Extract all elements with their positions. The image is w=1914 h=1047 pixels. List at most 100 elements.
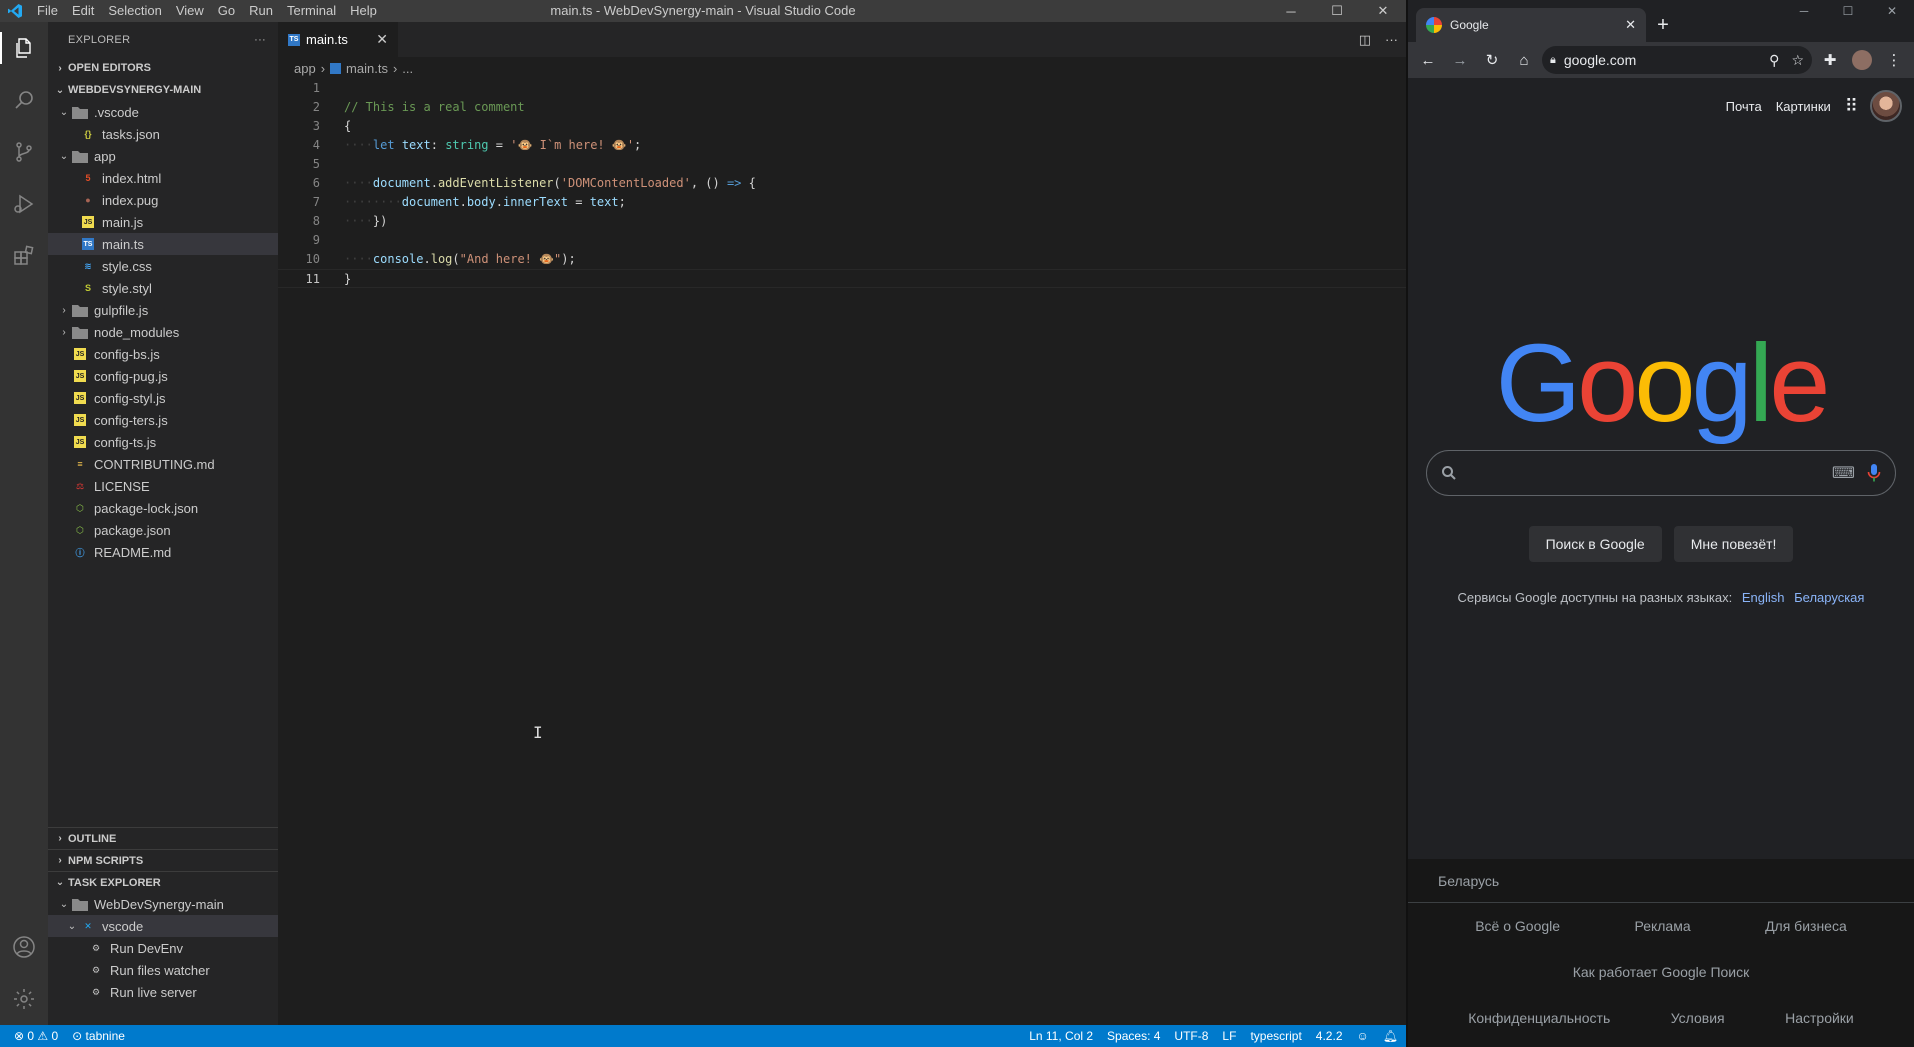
project-section[interactable]: ⌄ WEBDEVSYNERGY-MAIN: [48, 79, 278, 101]
account-icon[interactable]: [0, 921, 48, 973]
tab-main-ts[interactable]: TS main.ts ✕: [278, 22, 398, 57]
feeling-lucky-button[interactable]: Мне повезёт!: [1673, 526, 1794, 562]
menu-view[interactable]: View: [169, 0, 211, 22]
tree-item[interactable]: 5 index.html: [48, 167, 278, 189]
footer-link-privacy[interactable]: Конфиденциальность: [1468, 1010, 1610, 1026]
language-link-english[interactable]: English: [1742, 590, 1785, 605]
footer-link-about[interactable]: Всё о Google: [1475, 918, 1560, 934]
apps-grid-icon[interactable]: ⠿: [1845, 96, 1858, 117]
code-editor[interactable]: 1 2// This is a real comment 3{4 ····let te…: [278, 79, 1406, 288]
split-editor-icon[interactable]: ◫: [1359, 32, 1371, 48]
outline-section[interactable]: › OUTLINE: [48, 827, 278, 849]
new-tab-plus-icon[interactable]: +: [1646, 8, 1680, 42]
tree-item[interactable]: ⌄ .vscode: [48, 101, 278, 123]
forward-arrow-icon[interactable]: →: [1446, 46, 1474, 74]
indentation-status[interactable]: Spaces: 4: [1107, 1029, 1160, 1043]
footer-link-advertising[interactable]: Реклама: [1634, 918, 1690, 934]
tree-item[interactable]: Sstyle.styl: [48, 277, 278, 299]
footer-link-settings[interactable]: Настройки: [1785, 1010, 1854, 1026]
breadcrumb-file[interactable]: main.ts: [346, 61, 388, 76]
breadcrumb-app[interactable]: app: [294, 61, 316, 76]
tree-item[interactable]: JS config-ters.js: [48, 409, 278, 431]
tree-item[interactable]: › gulpfile.js: [48, 299, 278, 321]
reload-icon[interactable]: ↻: [1478, 46, 1506, 74]
more-actions-icon[interactable]: ···: [254, 34, 266, 46]
tree-item[interactable]: ⬡ package-lock.json: [48, 497, 278, 519]
tree-item[interactable]: ≋ style.css: [48, 255, 278, 277]
images-link[interactable]: Картинки: [1776, 99, 1831, 114]
tree-item[interactable]: ⓘ README.md: [48, 541, 278, 563]
footer-link-business[interactable]: Для бизнеса: [1765, 918, 1847, 934]
ts-version-status[interactable]: 4.2.2: [1316, 1029, 1343, 1043]
settings-gear-icon[interactable]: [0, 973, 48, 1025]
menu-selection[interactable]: Selection: [101, 0, 168, 22]
eol-status[interactable]: LF: [1222, 1029, 1236, 1043]
tree-item[interactable]: ⬡ package.json: [48, 519, 278, 541]
menu-file[interactable]: File: [30, 0, 65, 22]
encoding-status[interactable]: UTF-8: [1174, 1029, 1208, 1043]
tabnine-status[interactable]: ⊙ tabnine: [72, 1029, 125, 1043]
tree-item[interactable]: JS config-bs.js: [48, 343, 278, 365]
footer-link-terms[interactable]: Условия: [1671, 1010, 1725, 1026]
explorer-icon[interactable]: [0, 22, 48, 74]
menu-terminal[interactable]: Terminal: [280, 0, 343, 22]
maximize-icon[interactable]: ☐: [1826, 0, 1870, 22]
task-item[interactable]: ⚙ Run live server: [48, 981, 278, 1003]
language-link-belarusian[interactable]: Беларуская: [1794, 590, 1864, 605]
keyboard-icon[interactable]: ⌨: [1832, 463, 1855, 483]
tree-item[interactable]: JS config-ts.js: [48, 431, 278, 453]
avatar[interactable]: [1870, 90, 1902, 122]
feedback-icon[interactable]: ☺: [1357, 1029, 1369, 1043]
bookmark-star-icon[interactable]: ☆: [1791, 52, 1804, 69]
chrome-menu-icon[interactable]: ⋮: [1880, 46, 1908, 74]
google-search-button[interactable]: Поиск в Google: [1528, 526, 1662, 562]
home-icon[interactable]: ⌂: [1510, 46, 1538, 74]
footer-link-how-search-works[interactable]: Как работает Google Поиск: [1573, 964, 1750, 980]
close-tab-icon[interactable]: ✕: [1625, 17, 1636, 33]
npm-scripts-section[interactable]: › NPM SCRIPTS: [48, 849, 278, 871]
tree-item[interactable]: JS main.js: [48, 211, 278, 233]
task-item[interactable]: ⚙ Run DevEnv: [48, 937, 278, 959]
breadcrumb-symbol[interactable]: ...: [402, 61, 413, 76]
tree-item[interactable]: JS config-pug.js: [48, 365, 278, 387]
tree-item[interactable]: ⚖ LICENSE: [48, 475, 278, 497]
tree-item[interactable]: ● index.pug: [48, 189, 278, 211]
gmail-link[interactable]: Почта: [1726, 99, 1762, 114]
task-item[interactable]: ⚙ Run files watcher: [48, 959, 278, 981]
browser-tab-google[interactable]: Google ✕: [1416, 8, 1646, 42]
location-pin-icon[interactable]: ⚲: [1769, 52, 1779, 69]
menu-help[interactable]: Help: [343, 0, 384, 22]
maximize-icon[interactable]: ☐: [1314, 0, 1360, 22]
extensions-icon[interactable]: [0, 230, 48, 282]
language-mode-status[interactable]: typescript: [1250, 1029, 1301, 1043]
tree-item[interactable]: {} tasks.json: [48, 123, 278, 145]
tree-item[interactable]: ≡ CONTRIBUTING.md: [48, 453, 278, 475]
extensions-puzzle-icon[interactable]: ✚: [1816, 46, 1844, 74]
menu-run[interactable]: Run: [242, 0, 280, 22]
cursor-position-status[interactable]: Ln 11, Col 2: [1029, 1029, 1093, 1043]
run-debug-icon[interactable]: [0, 178, 48, 230]
tree-item[interactable]: ⌄ app: [48, 145, 278, 167]
open-editors-section[interactable]: › OPEN EDITORS: [48, 57, 278, 79]
search-box[interactable]: ⌨: [1426, 450, 1896, 496]
microphone-icon[interactable]: [1867, 463, 1881, 483]
notifications-bell-icon[interactable]: 🔔︎: [1383, 1029, 1398, 1043]
address-bar[interactable]: 🔒︎ google.com ⚲ ☆: [1542, 46, 1812, 74]
more-actions-icon[interactable]: ···: [1385, 32, 1398, 47]
task-group-row[interactable]: ⌄ ✕ vscode: [48, 915, 278, 937]
task-explorer-section[interactable]: ⌄ TASK EXPLORER: [48, 871, 278, 893]
profile-avatar[interactable]: [1848, 46, 1876, 74]
close-tab-icon[interactable]: ✕: [376, 31, 388, 48]
tree-item[interactable]: › node_modules: [48, 321, 278, 343]
back-arrow-icon[interactable]: ←: [1414, 46, 1442, 74]
menu-edit[interactable]: Edit: [65, 0, 101, 22]
tree-item[interactable]: JS config-styl.js: [48, 387, 278, 409]
menu-go[interactable]: Go: [211, 0, 242, 22]
minimize-icon[interactable]: ─: [1268, 0, 1314, 22]
task-root-row[interactable]: ⌄ WebDevSynergy-main: [48, 893, 278, 915]
close-icon[interactable]: ✕: [1360, 0, 1406, 22]
search-icon[interactable]: [0, 74, 48, 126]
problems-status[interactable]: ⊗ 0 ⚠ 0: [14, 1029, 58, 1043]
close-icon[interactable]: ✕: [1870, 0, 1914, 22]
minimize-icon[interactable]: ─: [1782, 0, 1826, 22]
